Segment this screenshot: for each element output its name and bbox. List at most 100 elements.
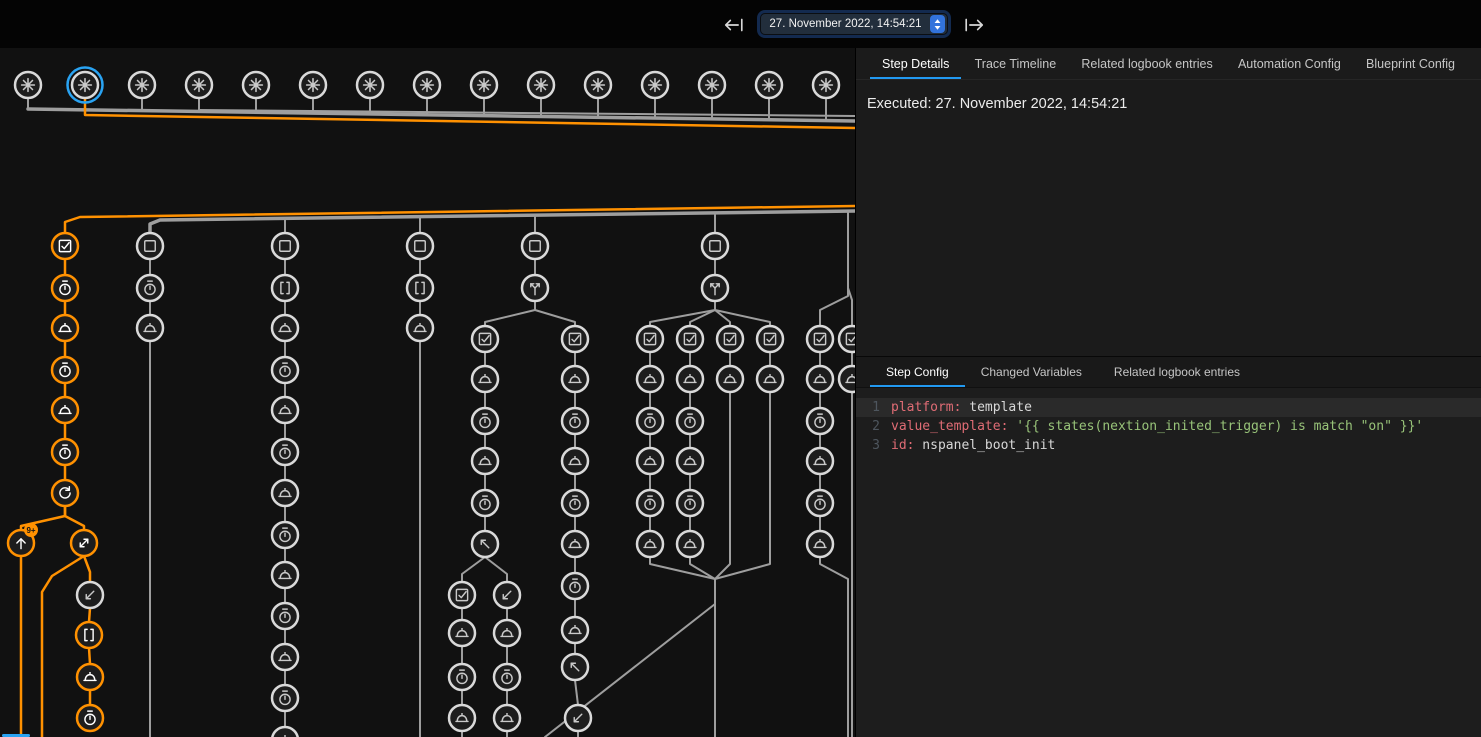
graph-node-service[interactable]	[677, 366, 703, 392]
subtab-changed-variables[interactable]: Changed Variables	[965, 357, 1098, 387]
graph-node-check[interactable]	[807, 326, 833, 352]
graph-node-timer[interactable]	[637, 490, 663, 516]
graph-node-asterisk[interactable]	[357, 72, 383, 98]
graph-node-asterisk[interactable]	[129, 72, 155, 98]
graph-node-asterisk[interactable]	[414, 72, 440, 98]
tab-step-details[interactable]: Step Details	[870, 48, 961, 79]
graph-node-asterisk[interactable]	[243, 72, 269, 98]
graph-node-asterisk[interactable]	[813, 72, 839, 98]
graph-node-check[interactable]	[449, 582, 475, 608]
graph-node-asterisk[interactable]	[642, 72, 668, 98]
subtab-step-config[interactable]: Step Config	[870, 357, 965, 387]
graph-node-brackets[interactable]	[272, 275, 298, 301]
graph-node-check[interactable]	[637, 326, 663, 352]
trace-graph[interactable]: 9+	[0, 48, 855, 737]
graph-node-timer[interactable]	[562, 490, 588, 516]
graph-node-timer[interactable]	[272, 357, 298, 383]
graph-node-timer[interactable]	[77, 705, 103, 731]
graph-node-timer[interactable]	[472, 408, 498, 434]
graph-node-service[interactable]	[562, 366, 588, 392]
step-config-code[interactable]: 1platform: template2value_template: '{{ …	[856, 388, 1481, 737]
run-select[interactable]: 27. November 2022, 14:54:21	[760, 13, 948, 35]
graph-node-service[interactable]	[472, 448, 498, 474]
graph-node-service[interactable]	[449, 705, 475, 731]
graph-node-brackets[interactable]	[407, 275, 433, 301]
graph-node-timer[interactable]	[272, 603, 298, 629]
graph-node-arrow-bl[interactable]	[565, 705, 591, 731]
graph-node-service[interactable]	[637, 366, 663, 392]
graph-node-timer[interactable]	[807, 408, 833, 434]
graph-node-service[interactable]	[807, 531, 833, 557]
tab-blueprint-config[interactable]: Blueprint Config	[1354, 48, 1467, 79]
trace-graph-svg[interactable]: 9+	[0, 48, 855, 737]
graph-node-asterisk[interactable]	[756, 72, 782, 98]
graph-node-service[interactable]	[677, 531, 703, 557]
graph-node-check[interactable]	[757, 326, 783, 352]
graph-node-timer[interactable]	[677, 408, 703, 434]
graph-node-service[interactable]	[272, 562, 298, 588]
graph-node-service[interactable]	[637, 531, 663, 557]
graph-node-timer[interactable]	[637, 408, 663, 434]
graph-node-service[interactable]	[272, 727, 298, 737]
tab-trace-timeline[interactable]: Trace Timeline	[963, 48, 1069, 79]
graph-node-arrow-tl[interactable]	[562, 654, 588, 680]
graph-node-service[interactable]	[77, 664, 103, 690]
graph-node-service[interactable]	[272, 315, 298, 341]
graph-node-asterisk[interactable]	[699, 72, 725, 98]
graph-node-service[interactable]	[272, 480, 298, 506]
graph-node-check[interactable]	[717, 326, 743, 352]
graph-node-arrow-bl[interactable]	[77, 582, 103, 608]
graph-node-timer[interactable]	[449, 664, 475, 690]
tab-related-logbook-entries[interactable]: Related logbook entries	[1069, 48, 1224, 79]
graph-node-timer[interactable]	[52, 357, 78, 383]
graph-node-square[interactable]	[702, 233, 728, 259]
graph-node-square[interactable]	[137, 233, 163, 259]
graph-node-timer[interactable]	[472, 490, 498, 516]
graph-node-service[interactable]	[494, 620, 520, 646]
graph-node-asterisk[interactable]	[15, 72, 41, 98]
graph-node-service[interactable]	[272, 644, 298, 670]
graph-node-asterisk[interactable]	[585, 72, 611, 98]
graph-node-service[interactable]	[717, 366, 743, 392]
graph-node-check[interactable]	[839, 326, 855, 352]
graph-node-timer[interactable]	[494, 664, 520, 690]
graph-node-check[interactable]	[52, 233, 78, 259]
graph-node-service[interactable]	[494, 705, 520, 731]
graph-node-service[interactable]	[562, 448, 588, 474]
graph-node-service[interactable]	[677, 448, 703, 474]
graph-node-brackets[interactable]	[76, 622, 102, 648]
graph-node-timer[interactable]	[272, 439, 298, 465]
graph-node-check[interactable]	[472, 326, 498, 352]
graph-node-timer[interactable]	[562, 573, 588, 599]
graph-node-asterisk[interactable]	[300, 72, 326, 98]
next-run-button[interactable]	[963, 14, 985, 36]
graph-node-asterisk[interactable]	[68, 68, 103, 103]
graph-node-service[interactable]	[407, 315, 433, 341]
graph-node-square[interactable]	[407, 233, 433, 259]
graph-node-service[interactable]	[137, 315, 163, 341]
graph-node-asterisk[interactable]	[471, 72, 497, 98]
graph-node-split[interactable]	[702, 275, 728, 301]
graph-node-check[interactable]	[677, 326, 703, 352]
graph-node-service[interactable]	[757, 366, 783, 392]
graph-node-timer[interactable]	[52, 439, 78, 465]
graph-node-service[interactable]	[562, 531, 588, 557]
graph-node-service[interactable]	[562, 617, 588, 643]
graph-node-arrow-up[interactable]: 9+	[8, 523, 38, 556]
graph-node-timer[interactable]	[562, 408, 588, 434]
graph-node-swap[interactable]	[71, 530, 97, 556]
graph-node-square[interactable]	[522, 233, 548, 259]
graph-node-repeat[interactable]	[52, 480, 78, 506]
graph-node-service[interactable]	[807, 448, 833, 474]
graph-node-service[interactable]	[637, 448, 663, 474]
graph-node-service[interactable]	[52, 397, 78, 423]
graph-node-arrow-tl[interactable]	[472, 531, 498, 557]
graph-node-service[interactable]	[472, 366, 498, 392]
graph-node-service[interactable]	[807, 366, 833, 392]
tab-automation-config[interactable]: Automation Config	[1226, 48, 1353, 79]
graph-node-timer[interactable]	[677, 490, 703, 516]
graph-node-timer[interactable]	[52, 275, 78, 301]
graph-node-service[interactable]	[449, 620, 475, 646]
graph-node-asterisk[interactable]	[186, 72, 212, 98]
graph-node-timer[interactable]	[272, 522, 298, 548]
